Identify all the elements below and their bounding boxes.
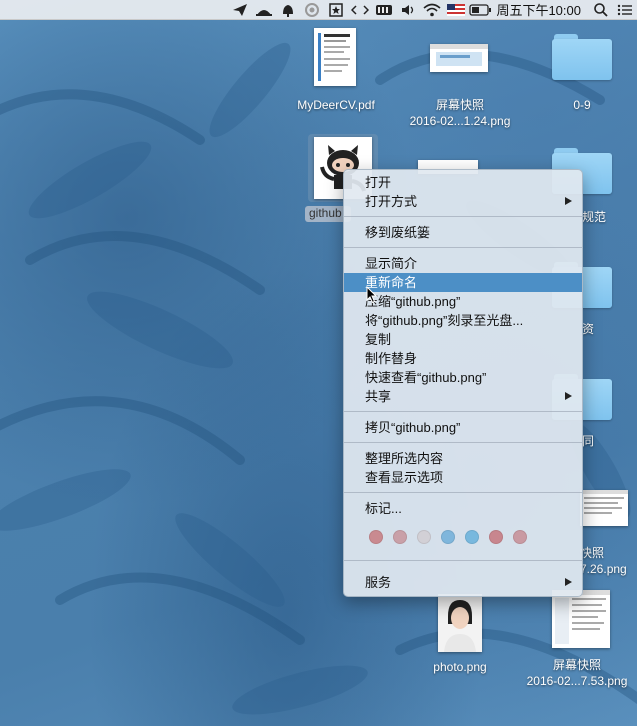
- tag-color-dot[interactable]: [513, 530, 527, 544]
- menu-item-share[interactable]: 共享: [344, 387, 582, 406]
- menu-item-show-view-options[interactable]: 查看显示选项: [344, 468, 582, 487]
- icon-label-line2: 2016-02...1.24.png: [409, 114, 511, 128]
- code-icon[interactable]: [348, 0, 372, 19]
- menu-separator: [344, 216, 582, 217]
- menu-item-tags[interactable]: 标记...: [344, 499, 582, 518]
- screenshot-thumbnail: [430, 44, 488, 72]
- icon-label: MyDeerCV.pdf: [297, 98, 375, 112]
- menu-item-open-with[interactable]: 打开方式: [344, 192, 582, 211]
- menu-item-open[interactable]: 打开: [344, 173, 582, 192]
- submenu-arrow-icon: [565, 392, 572, 400]
- menu-separator: [344, 247, 582, 248]
- bell-icon[interactable]: [276, 0, 300, 19]
- desktop-icon-mydeercv-pdf[interactable]: MyDeerCV.pdf: [286, 26, 386, 116]
- menu-item-copy[interactable]: 拷贝“github.png”: [344, 418, 582, 437]
- star-box-icon[interactable]: [324, 0, 348, 19]
- flag-icon[interactable]: [444, 0, 468, 19]
- list-icon[interactable]: [613, 0, 637, 19]
- menu-bar-clock[interactable]: 周五下午10:00: [492, 0, 589, 19]
- menu-item-rename[interactable]: 重新命名: [344, 273, 582, 292]
- icon-label-line1: 快照: [580, 546, 605, 560]
- tag-color-dot[interactable]: [441, 530, 455, 544]
- icon-label: 规范: [582, 210, 607, 224]
- context-menu: 打开 打开方式 移到废纸篓 显示简介 重新命名 压缩“github.png” 将…: [343, 169, 583, 597]
- icon-label: 资: [582, 322, 595, 336]
- menu-bar: 周五下午10:00: [0, 0, 637, 20]
- screenshot-thumbnail: [580, 490, 628, 526]
- menu-item-duplicate[interactable]: 复制: [344, 330, 582, 349]
- icon-label: 0-9: [573, 98, 591, 112]
- icon-label: photo.png: [433, 660, 487, 674]
- battery-icon[interactable]: [468, 0, 492, 19]
- menu-separator: [344, 411, 582, 412]
- menu-separator: [344, 442, 582, 443]
- icon-label-line2: 2016-02...7.53.png: [526, 674, 628, 688]
- icon-label-line1: 屏幕快照: [435, 98, 484, 112]
- wifi-icon[interactable]: [420, 0, 444, 19]
- menu-item-quick-look[interactable]: 快速查看“github.png”: [344, 368, 582, 387]
- search-icon[interactable]: [589, 0, 613, 19]
- menu-separator: [344, 560, 582, 561]
- tag-color-dot[interactable]: [369, 530, 383, 544]
- tag-color-dot[interactable]: [489, 530, 503, 544]
- paper-plane-icon[interactable]: [228, 0, 252, 19]
- menu-separator: [344, 492, 582, 493]
- tag-color-dot[interactable]: [417, 530, 431, 544]
- icon-label: 同: [582, 434, 595, 448]
- battery-meter-icon[interactable]: [372, 0, 396, 19]
- folder-icon: [552, 34, 612, 80]
- menu-item-move-to-trash[interactable]: 移到废纸篓: [344, 223, 582, 242]
- menu-item-burn-to-disc[interactable]: 将“github.png”刻录至光盘...: [344, 311, 582, 330]
- menu-item-compress[interactable]: 压缩“github.png”: [344, 292, 582, 311]
- desktop-icon-folder-0-9[interactable]: 0-9: [550, 34, 614, 116]
- menu-item-make-alias[interactable]: 制作替身: [344, 349, 582, 368]
- pdf-thumbnail: [314, 28, 356, 86]
- desktop-icon-photo-png[interactable]: photo.png: [420, 590, 500, 680]
- desktop-icon-screenshot-7-53[interactable]: 屏幕快照 2016-02...7.53.png: [517, 588, 637, 688]
- menu-item-get-info[interactable]: 显示简介: [344, 254, 582, 273]
- mouse-pointer-icon: [366, 286, 378, 304]
- desktop-icon-screenshot-1-24[interactable]: 屏幕快照 2016-02...1.24.png: [395, 26, 525, 131]
- icon-label: github: [309, 206, 342, 220]
- volume-icon[interactable]: [396, 0, 420, 19]
- tag-color-dot[interactable]: [465, 530, 479, 544]
- photo-thumbnail: [438, 594, 482, 652]
- hat-icon[interactable]: [252, 0, 276, 19]
- screenshot-thumbnail: [552, 590, 610, 648]
- menu-item-services[interactable]: 服务: [344, 573, 582, 592]
- menu-item-clean-up-selection[interactable]: 整理所选内容: [344, 449, 582, 468]
- submenu-arrow-icon: [565, 197, 572, 205]
- tag-color-dot[interactable]: [393, 530, 407, 544]
- circle-app-icon[interactable]: [300, 0, 324, 19]
- submenu-arrow-icon: [565, 578, 572, 586]
- icon-label-line1: 屏幕快照: [552, 658, 601, 672]
- icon-label-line2: 7.26.png: [580, 562, 627, 576]
